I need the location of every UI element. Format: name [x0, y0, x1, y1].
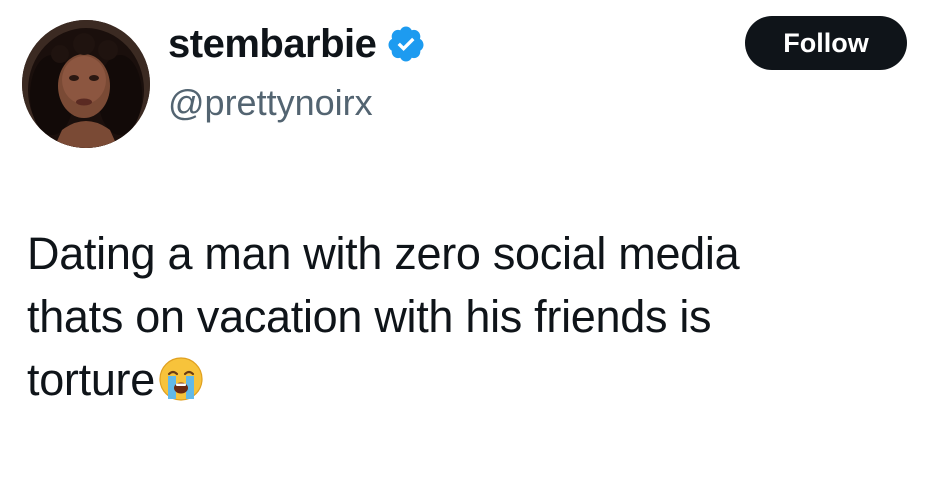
tweet-card: stembarbie @prettynoirx Follow Dating a …	[0, 0, 945, 477]
tweet-line-1: Dating a man with zero social media	[27, 228, 740, 279]
follow-button[interactable]: Follow	[745, 16, 907, 70]
avatar[interactable]	[22, 20, 150, 148]
display-name[interactable]: stembarbie	[168, 22, 377, 67]
tweet-line-2: thats on vacation with his friends is	[27, 291, 712, 342]
display-name-row: stembarbie	[168, 16, 426, 72]
loudly-crying-face-icon	[157, 355, 205, 403]
user-handle[interactable]: @prettynoirx	[168, 82, 373, 124]
verified-badge-icon	[386, 24, 426, 64]
tweet-text: Dating a man with zero social media that…	[27, 222, 907, 411]
profile-photo-icon	[22, 20, 150, 148]
tweet-line-3-text: torture	[27, 354, 155, 405]
tweet-line-3: torture	[27, 348, 907, 411]
